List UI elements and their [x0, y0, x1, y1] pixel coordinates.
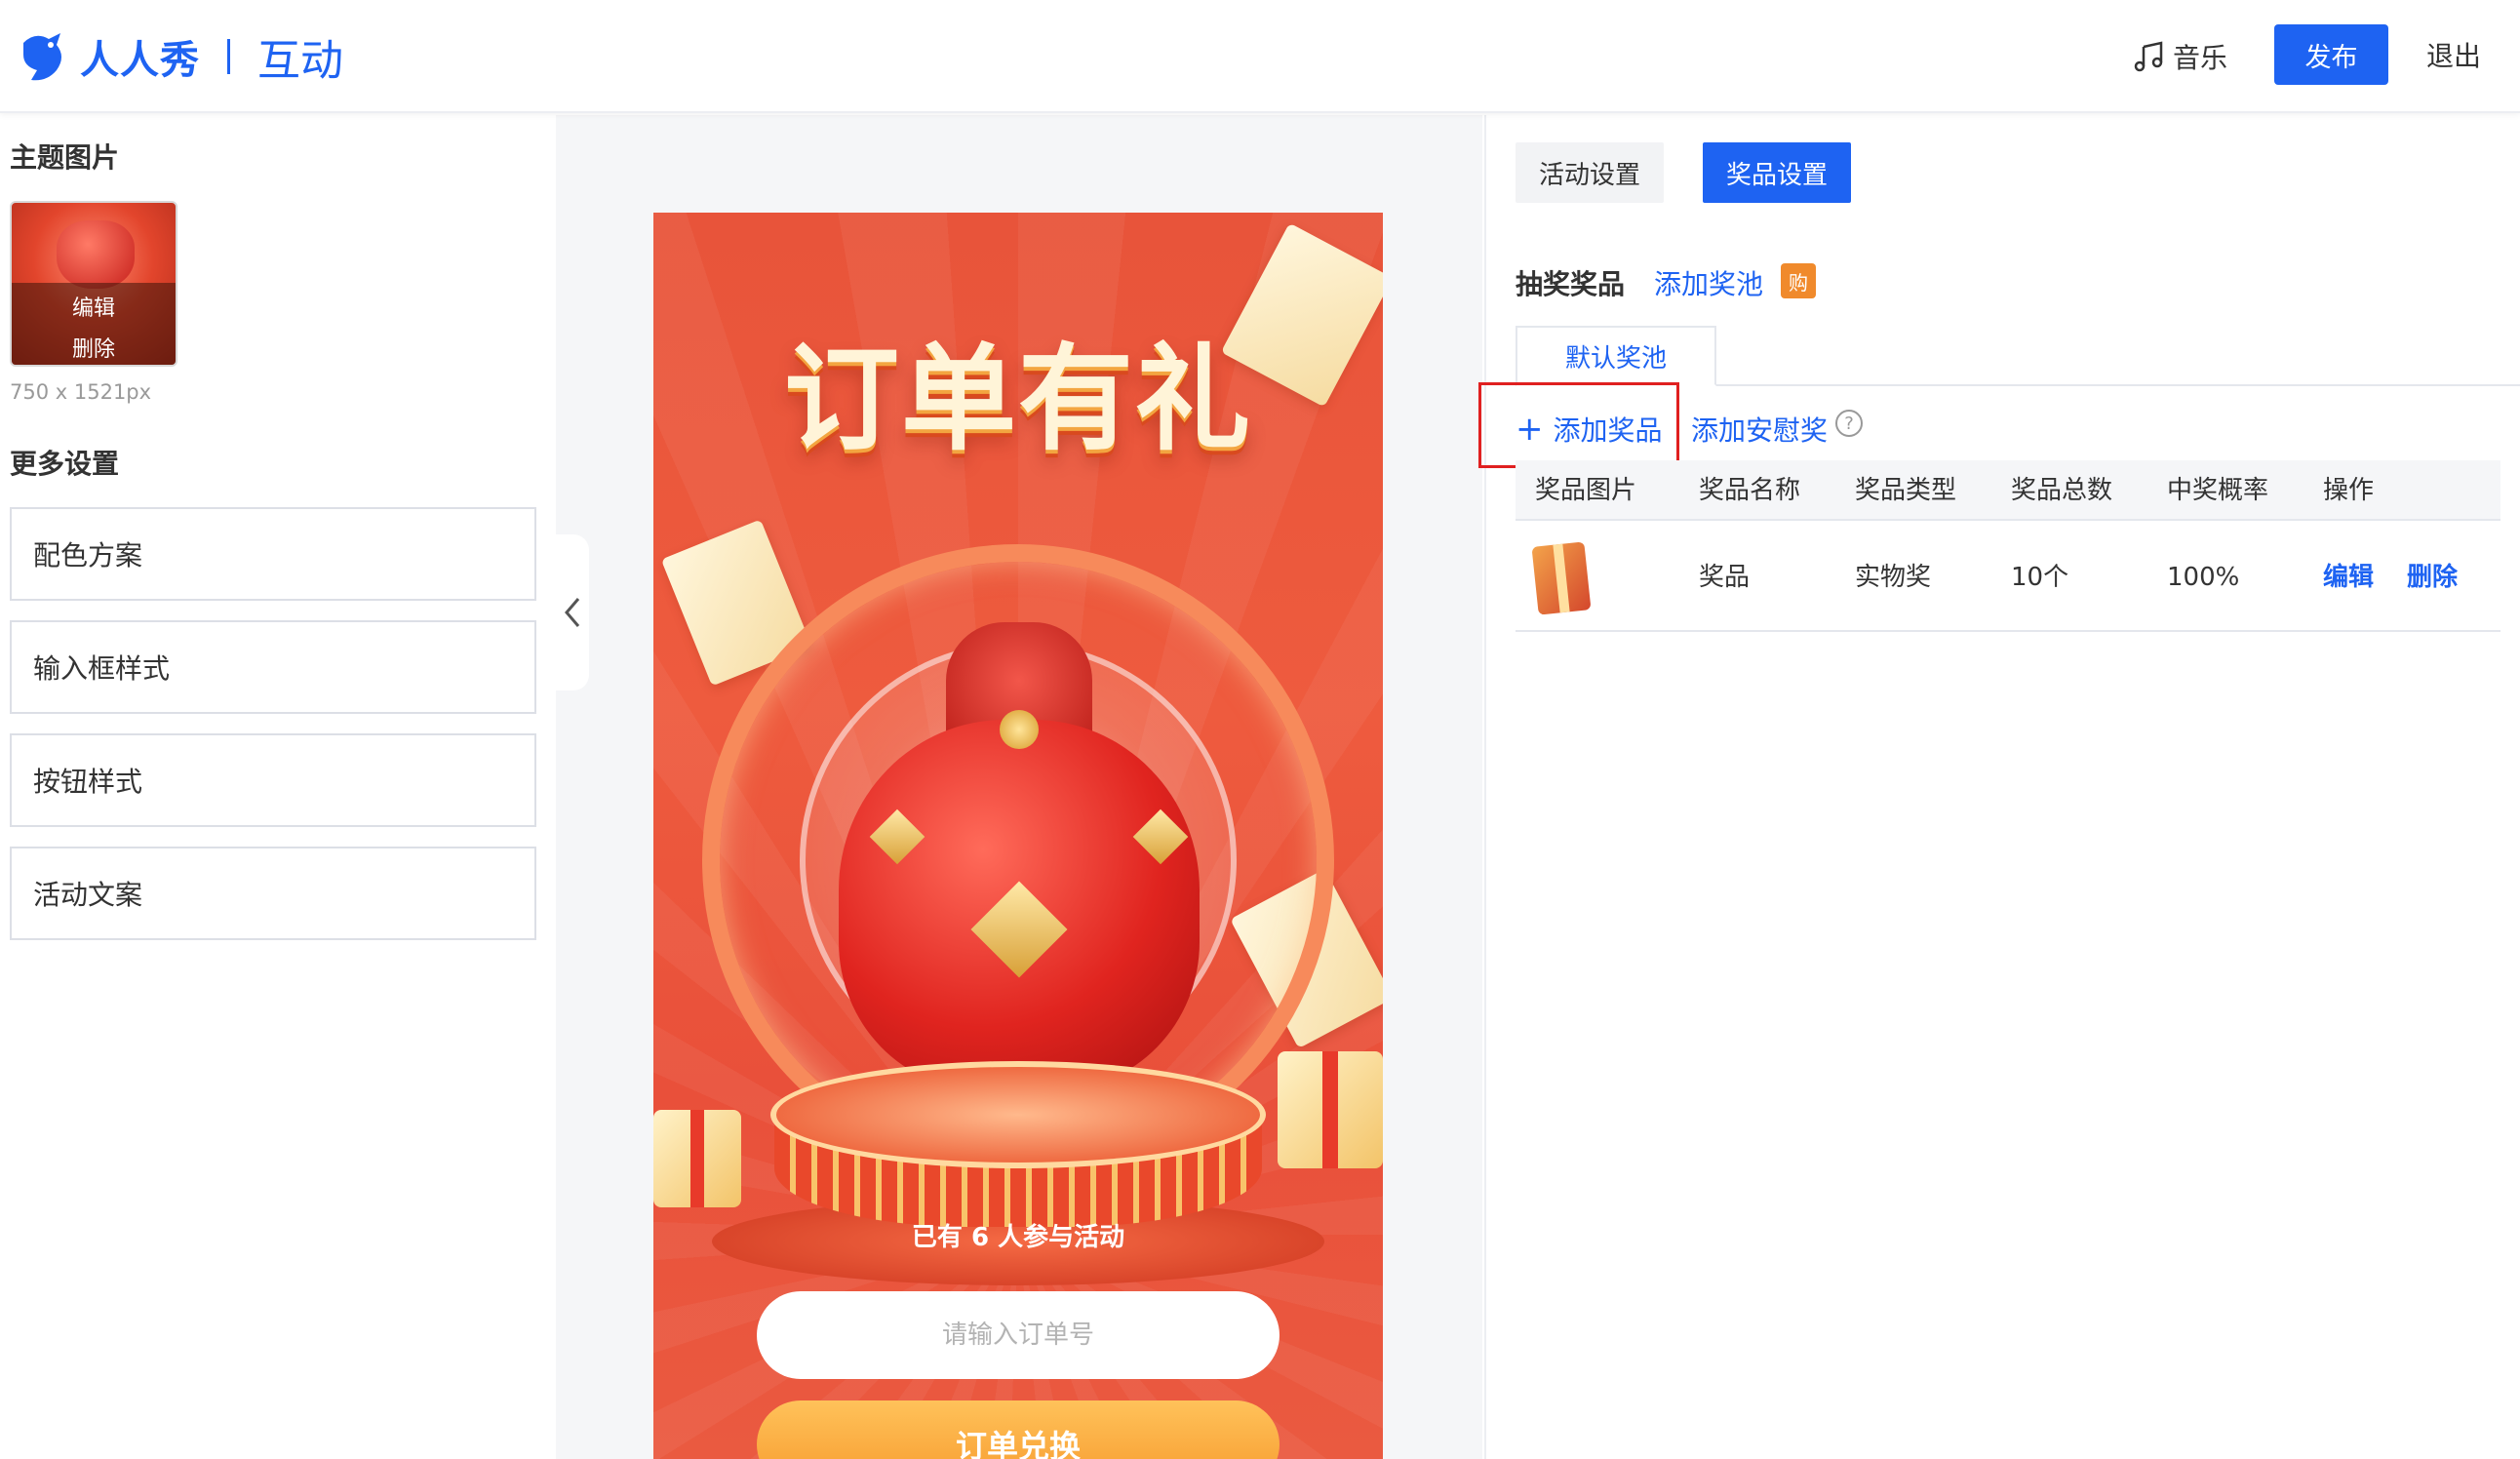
thumbnail-edit-button[interactable]: 编辑 — [12, 291, 176, 322]
theme-image-title: 主题图片 — [10, 141, 120, 174]
buy-badge[interactable]: 购 — [1781, 263, 1816, 298]
music-button[interactable]: 音乐 — [2132, 33, 2227, 80]
phone-preview: 订单有礼 已有 6 人参与活动 订单兑换 — [653, 213, 1383, 1459]
theme-image-thumbnail[interactable]: 编辑 删除 — [10, 201, 177, 367]
order-redeem-button[interactable]: 订单兑换 — [757, 1400, 1280, 1459]
podium-top — [770, 1061, 1266, 1168]
preview-title: 订单有礼 — [783, 332, 1252, 466]
preview-area: 订单有礼 已有 6 人参与活动 订单兑换 — [556, 115, 1482, 1459]
logo-text: 人人秀 — [80, 38, 200, 83]
music-note-icon — [2134, 41, 2163, 72]
setting-button-style[interactable]: 按钮样式 — [10, 733, 536, 827]
image-size-label: 750 x 1521px — [10, 380, 152, 404]
bird-logo-icon — [23, 33, 61, 81]
add-prize-pool-link[interactable]: 添加奖池 — [1654, 263, 1763, 302]
column-header: 中奖概率 — [2167, 476, 2269, 505]
tab-prize-settings[interactable]: 奖品设置 — [1703, 142, 1851, 203]
prize-table-header: 奖品图片 奖品名称 奖品类型 奖品总数 中奖概率 操作 — [1516, 460, 2500, 521]
settings-panel: 活动设置 奖品设置 抽奖奖品 添加奖池 购 默认奖池 + 添加奖品 添加安慰奖 … — [1478, 115, 2520, 1459]
tab-activity-settings[interactable]: 活动设置 — [1516, 142, 1664, 203]
logo-subtitle: 互动 — [257, 36, 343, 86]
logo[interactable]: 人人秀 互动 — [16, 21, 343, 92]
prize-image — [1531, 541, 1592, 615]
publish-button[interactable]: 发布 — [2274, 24, 2388, 85]
logo-divider — [227, 39, 230, 74]
setting-color-scheme[interactable]: 配色方案 — [10, 507, 536, 601]
left-sidebar: 主题图片 编辑 删除 750 x 1521px 更多设置 配色方案 输入框样式 … — [0, 115, 556, 1459]
tab-default-pool[interactable]: 默认奖池 — [1516, 326, 1716, 386]
add-consolation-prize-link[interactable]: 添加安慰奖 — [1691, 410, 1828, 449]
order-number-input[interactable] — [757, 1291, 1280, 1379]
column-header: 奖品类型 — [1855, 476, 1957, 505]
column-header: 奖品总数 — [2011, 476, 2113, 505]
lottery-prizes-label: 抽奖奖品 — [1516, 268, 1626, 300]
edit-prize-link[interactable]: 编辑 — [2323, 523, 2374, 632]
lucky-bag-knot — [1000, 710, 1039, 749]
music-label: 音乐 — [2173, 42, 2228, 74]
help-icon[interactable]: ? — [1835, 410, 1863, 437]
gift-box — [653, 1110, 741, 1207]
participants-count: 已有 6 人参与活动 — [911, 1223, 1125, 1252]
setting-activity-copy[interactable]: 活动文案 — [10, 847, 536, 940]
column-header: 奖品名称 — [1699, 476, 1801, 505]
collapse-sidebar-button[interactable] — [556, 534, 589, 690]
thumbnail-bag-graphic — [57, 220, 135, 289]
delete-prize-link[interactable]: 删除 — [2407, 523, 2458, 632]
add-prize-label: 添加奖品 — [1553, 414, 1663, 447]
prize-total: 10个 — [2011, 563, 2069, 592]
more-settings-title: 更多设置 — [10, 448, 120, 480]
prize-name: 奖品 — [1699, 563, 1751, 592]
column-header: 奖品图片 — [1535, 476, 1637, 505]
setting-input-style[interactable]: 输入框样式 — [10, 620, 536, 714]
exit-link[interactable]: 退出 — [2426, 33, 2481, 80]
plus-icon: + — [1516, 410, 1544, 449]
thumbnail-delete-button[interactable]: 删除 — [12, 332, 176, 363]
gift-box — [1278, 1051, 1383, 1168]
chevron-left-icon — [565, 598, 580, 627]
top-bar: 人人秀 互动 音乐 发布 退出 — [0, 0, 2520, 113]
add-prize-button[interactable]: + 添加奖品 — [1516, 410, 1663, 449]
table-row: 奖品 实物奖 10个 100% 编辑 删除 — [1516, 523, 2500, 632]
prize-type: 实物奖 — [1855, 563, 1932, 592]
column-header: 操作 — [2323, 476, 2375, 505]
prize-probability: 100% — [2167, 563, 2240, 592]
